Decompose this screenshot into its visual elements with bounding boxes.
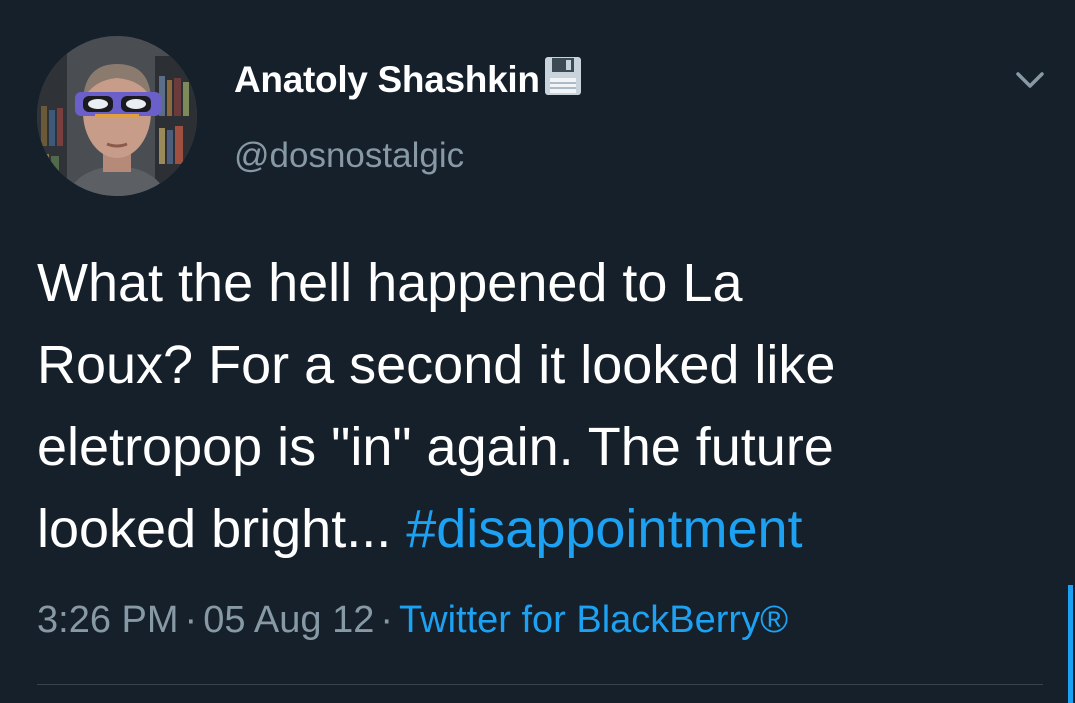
tweet-text-line: Roux? For a second it looked like xyxy=(37,335,836,395)
avatar-photo xyxy=(37,36,197,196)
divider xyxy=(37,684,1043,685)
user-handle[interactable]: @dosnostalgic xyxy=(234,132,464,180)
tweet-text-line: eletropop is "in" again. The future xyxy=(37,417,834,477)
tweet-time[interactable]: 3:26 PM xyxy=(37,599,179,641)
hashtag-link[interactable]: #disappointment xyxy=(406,499,802,559)
meta-separator: · xyxy=(380,599,394,641)
tweet-text-line: looked bright... xyxy=(37,499,407,559)
author-name-row[interactable]: Anatoly Shashkin xyxy=(234,52,582,108)
tweet-detail: Anatoly Shashkin @dosnostalgic What the … xyxy=(0,0,1075,703)
tweet-meta: 3:26 PM · 05 Aug 12 · Twitter for BlackBerry… xyxy=(37,592,788,648)
meta-separator: · xyxy=(184,599,198,641)
scrollbar[interactable] xyxy=(1068,585,1073,703)
chevron-down-icon[interactable] xyxy=(1012,62,1048,98)
tweet-text-line: What the hell happened to La xyxy=(37,253,743,313)
avatar[interactable] xyxy=(37,36,197,196)
tweet-text: What the hell happened to La Roux? For a … xyxy=(37,242,1037,570)
floppy-disk-icon xyxy=(544,56,582,101)
tweet-source-link[interactable]: Twitter for BlackBerry® xyxy=(399,599,788,641)
display-name[interactable]: Anatoly Shashkin xyxy=(234,52,540,108)
tweet-date[interactable]: 05 Aug 12 xyxy=(203,599,374,641)
